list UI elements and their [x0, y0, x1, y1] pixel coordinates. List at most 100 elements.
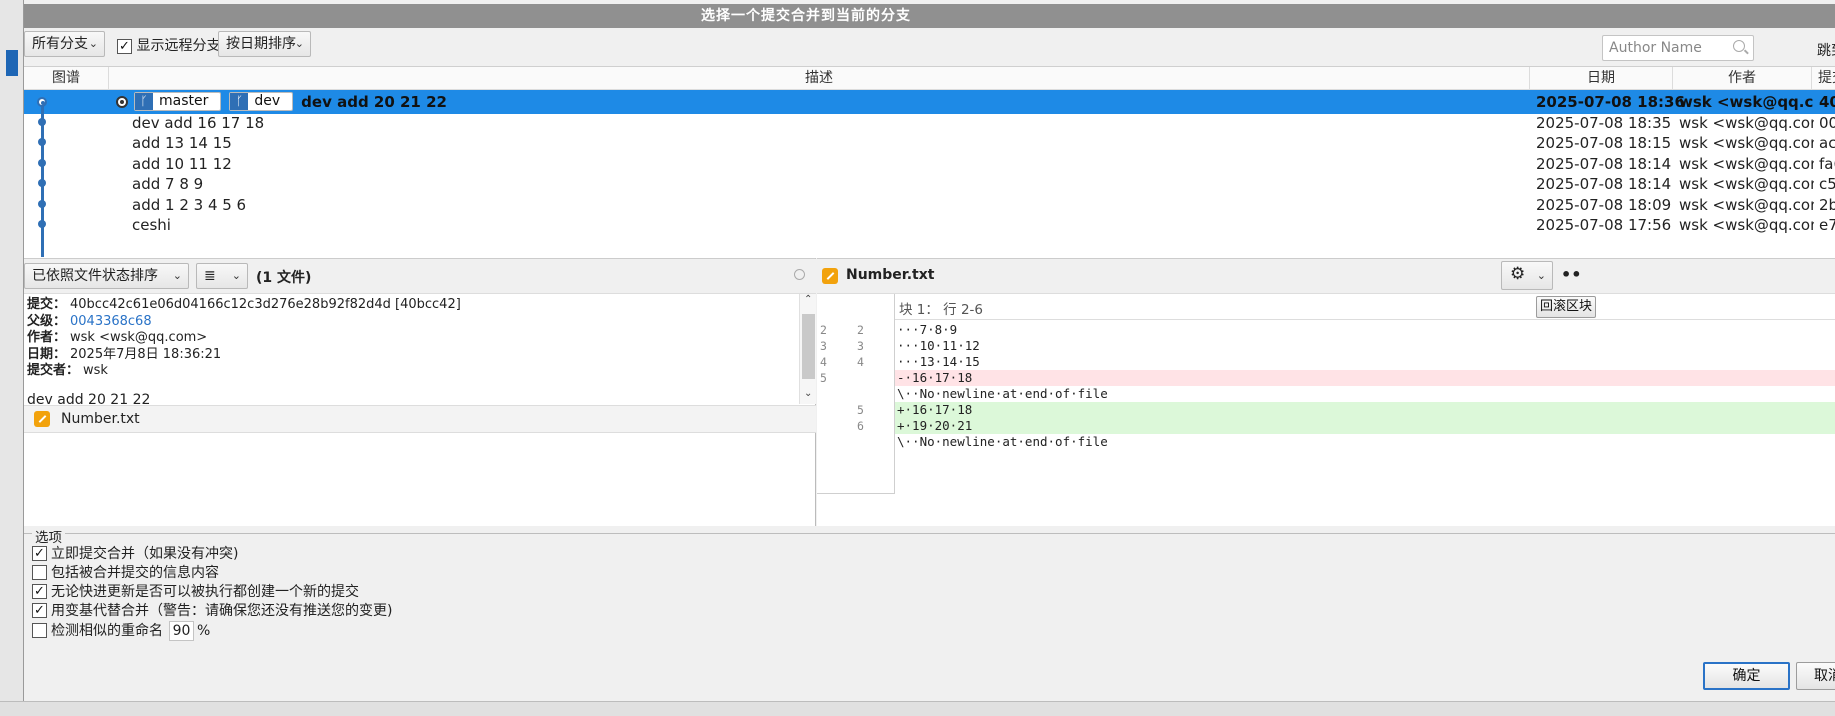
chevron-down-icon: ⌄	[231, 269, 241, 282]
commit-hash: e7	[1819, 216, 1835, 234]
option-label: 检测相似的重命名	[51, 623, 163, 639]
dialog-titlebar[interactable]: 选择一个提交合并到当前的分支	[24, 4, 1835, 28]
ok-button[interactable]: 确定	[1703, 662, 1790, 690]
diff-line-text: \··No·newline·at·end·of·file	[897, 434, 1108, 449]
gear-icon: ⚙	[1510, 264, 1526, 284]
checkbox-checked-icon: ✓	[32, 602, 47, 618]
old-line-number: 5	[820, 371, 827, 385]
author-label: 作者：	[27, 330, 67, 345]
show-remote-branches-label: 显示远程分支	[136, 38, 221, 54]
diff-line: 4 4 ···13·14·15	[817, 354, 1835, 370]
search-icon[interactable]	[794, 269, 805, 280]
changed-file-item[interactable]: Number.txt	[24, 405, 816, 433]
view-mode-combo[interactable]: ≣ ⌄	[196, 263, 248, 289]
chevron-down-icon[interactable]: ⌄	[804, 388, 812, 399]
scrollbar-thumb[interactable]	[802, 314, 815, 379]
more-options-icon[interactable]: ••	[1561, 265, 1581, 284]
option-no-fast-forward[interactable]: ✓ 无论快进更新是否可以被执行都创建一个新的提交	[32, 581, 359, 601]
author-search-placeholder: Author Name	[1609, 40, 1702, 56]
diff-line-deleted: 5 -·16·17·18	[817, 370, 1835, 386]
graph-node	[38, 200, 46, 208]
background-statusbar	[0, 701, 1835, 716]
column-header-description[interactable]: 描述	[109, 67, 1530, 90]
graph-node	[38, 179, 46, 187]
option-label: 立即提交合并（如果没有冲突)	[51, 546, 239, 562]
dialog-title: 选择一个提交合并到当前的分支	[701, 8, 911, 24]
column-header-author[interactable]: 作者	[1673, 67, 1812, 90]
hunk-header: 块 1： 行 2-6 回滚区块	[895, 294, 1835, 320]
branches-filter-label: 所有分支	[32, 36, 88, 52]
old-line-number: 2	[820, 323, 827, 337]
branch-label-text: master	[159, 93, 209, 109]
branch-label-text: dev	[254, 93, 281, 109]
option-label: 无论快进更新是否可以被执行都创建一个新的提交	[51, 584, 359, 600]
author-value: wsk <wsk@qq.com>	[70, 330, 208, 345]
option-detect-renames[interactable]: 检测相似的重命名 90%	[32, 620, 210, 641]
checkbox-checked-icon: ✓	[32, 583, 47, 599]
sort-order-combo[interactable]: 按日期排序 ⌄	[218, 31, 311, 57]
old-line-number: 3	[820, 339, 827, 353]
ok-button-label: 确定	[1732, 668, 1761, 684]
diff-line: 3 3 ···10·11·12	[817, 338, 1835, 354]
chevron-down-icon: ⌄	[1536, 269, 1546, 282]
commit-date: 2025-07-08 17:56	[1536, 216, 1672, 234]
diff-line: \··No·newline·at·end·of·file	[817, 434, 1835, 450]
modified-file-icon	[34, 411, 50, 427]
diff-line-text: +·16·17·18	[895, 402, 1835, 418]
diff-pane: Number.txt ⚙ ⌄ •• 块 1： 行 2-6 回滚区块 2 2 ···7·…	[817, 258, 1835, 526]
option-include-messages[interactable]: 包括被合并提交的信息内容	[32, 562, 219, 582]
commit-row[interactable]: ceshi 2025-07-08 17:56 wsk <wsk@qq.com> …	[24, 213, 1835, 237]
file-count: (1 文件)	[256, 270, 312, 286]
chevron-up-icon[interactable]: ⌃	[804, 294, 812, 305]
diff-toolbar: Number.txt ⚙ ⌄ ••	[817, 259, 1835, 294]
branch-label-dev: ᚴ dev	[229, 92, 294, 111]
committer-value: wsk	[83, 363, 108, 378]
details-toolbar: 已依照文件状态排序 ⌄ ≣ ⌄ (1 文件)	[24, 259, 816, 294]
diff-settings-button[interactable]: ⚙ ⌄	[1501, 261, 1553, 290]
checkbox-checked-icon: ✓	[32, 545, 47, 561]
parent-link[interactable]: 0043368c68	[70, 314, 152, 329]
diff-line: 2 2 ···7·8·9	[817, 322, 1835, 338]
commit-description: ceshi	[132, 216, 171, 234]
commit-sha-value: 40bcc42c61e06d04166c12c3d276e28b92f82d4d…	[70, 297, 461, 312]
new-line-number: 5	[857, 403, 864, 417]
background-accent	[6, 50, 18, 76]
diff-line-text: ···10·11·12	[897, 338, 980, 353]
revert-hunk-label: 回滚区块	[1540, 299, 1593, 314]
column-header-commit[interactable]: 提交	[1812, 67, 1835, 90]
search-icon	[1733, 40, 1745, 52]
diff-line-added: 6 +·19·20·21	[817, 418, 1835, 434]
rename-percent-input[interactable]: 90	[169, 621, 194, 641]
checkbox-unchecked-icon	[32, 622, 47, 638]
new-line-number: 4	[857, 355, 864, 369]
diff-file-name: Number.txt	[846, 267, 935, 283]
branch-label-master: ᚴ master	[134, 92, 222, 111]
jump-to-button[interactable]: 跳到	[1817, 40, 1835, 60]
new-line-number: 2	[857, 323, 864, 337]
chevron-down-icon: ⌄	[172, 269, 182, 282]
show-remote-branches-checkbox[interactable]: ✓ 显示远程分支	[117, 35, 220, 55]
option-rebase-instead[interactable]: ✓ 用变基代替合并（警告：请确保您还没有推送您的变更)	[32, 600, 392, 620]
commit-info: 提交： 40bcc42c61e06d04166c12c3d276e28b92f82…	[24, 297, 794, 408]
branch-icon: ᚴ	[230, 93, 249, 110]
cancel-button-label: 取消	[1814, 668, 1835, 684]
author-search-input[interactable]: Author Name	[1602, 35, 1754, 61]
commit-table[interactable]: 图谱 描述 日期 作者 提交 ᚴ master ᚴ dev dev add 20 21 …	[24, 66, 1835, 258]
column-header-date[interactable]: 日期	[1530, 67, 1673, 90]
list-view-icon: ≣	[204, 268, 216, 284]
file-sort-combo[interactable]: 已依照文件状态排序 ⌄	[24, 263, 189, 289]
revert-hunk-button[interactable]: 回滚区块	[1536, 296, 1596, 318]
merge-dialog: 选择一个提交合并到当前的分支 所有分支 ⌄ ✓ 显示远程分支 按日期排序 ⌄ Aut…	[23, 0, 1835, 701]
new-line-number: 6	[857, 419, 864, 433]
checkbox-checked-icon: ✓	[117, 38, 132, 54]
old-line-number: 4	[820, 355, 827, 369]
column-header-graph[interactable]: 图谱	[24, 67, 109, 90]
file-sort-label: 已依照文件状态排序	[32, 268, 158, 284]
cancel-button[interactable]: 取消	[1796, 662, 1835, 690]
details-scrollbar[interactable]: ⌃ ⌄	[799, 294, 816, 404]
option-commit-immediately[interactable]: ✓ 立即提交合并（如果没有冲突)	[32, 543, 238, 563]
option-label: 用变基代替合并（警告：请确保您还没有推送您的变更)	[51, 603, 393, 619]
date-value: 2025年7月8日 18:36:21	[70, 346, 222, 362]
new-line-number: 3	[857, 339, 864, 353]
branches-filter-combo[interactable]: 所有分支 ⌄	[24, 31, 105, 57]
